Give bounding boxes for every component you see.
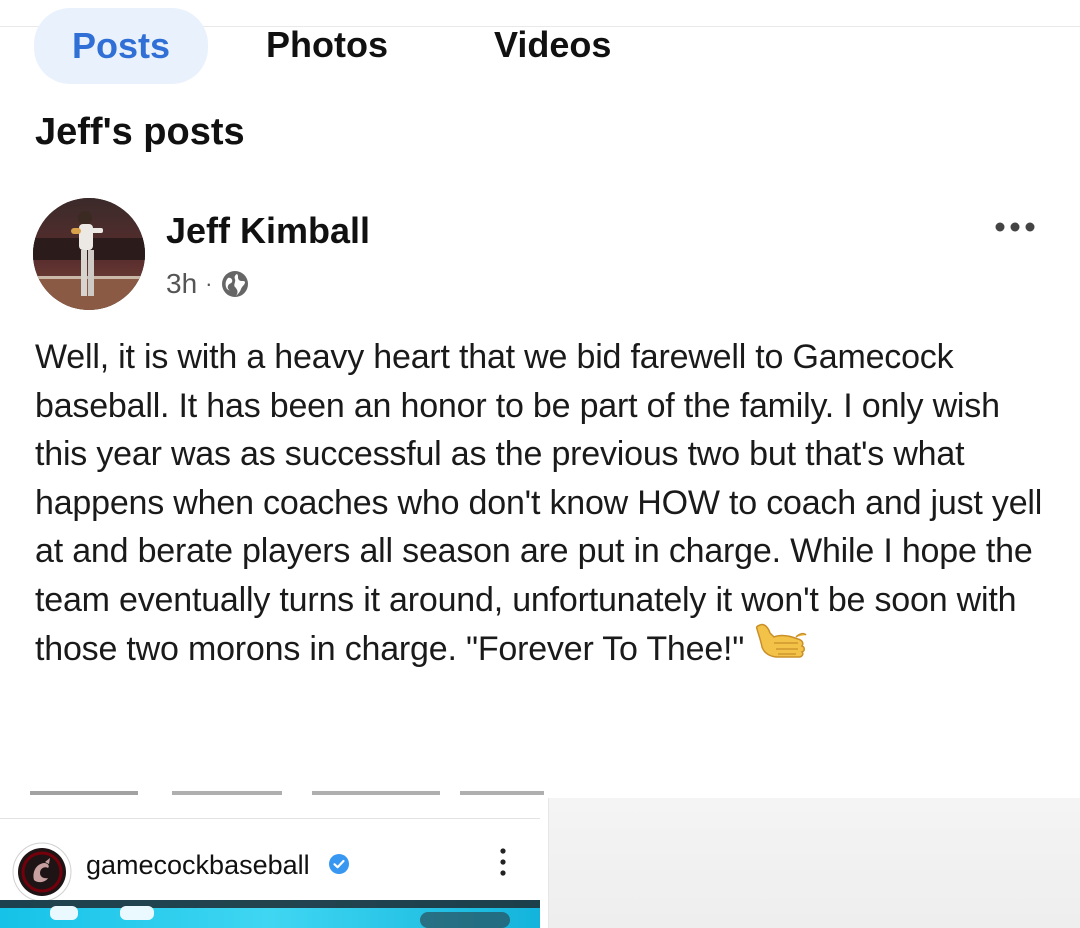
tab-photos[interactable]: Photos [266,25,388,65]
globe-icon [220,269,250,299]
post-time[interactable]: 3h [166,268,197,300]
post-body: Well, it is with a heavy heart that we b… [35,333,1045,674]
author-photo [33,198,145,310]
tab-videos[interactable]: Videos [494,25,611,65]
facebook-profile-posts-screen: Posts Photos Videos Jeff's posts Jeff Ki… [0,0,1080,928]
profile-tabs: Posts Photos Videos [0,0,1080,100]
gamecock-logo-avatar[interactable] [12,842,72,902]
meta-separator: · [205,271,213,296]
instagram-username[interactable]: gamecockbaseball [86,849,310,881]
post-header: Jeff Kimball 3h · [0,190,1080,320]
instagram-media-preview [0,900,540,928]
post-meta: 3h · [166,266,250,302]
cropped-story-row [30,791,544,795]
verified-badge-icon [329,854,349,874]
more-horizontal-icon[interactable] [990,212,1050,242]
tab-posts[interactable]: Posts [34,8,208,84]
section-title: Jeff's posts [35,111,245,153]
instagram-adjacent-image [548,798,1080,928]
kebab-vertical-icon[interactable] [497,846,509,878]
call-me-hand-icon [752,619,808,675]
author-avatar[interactable] [33,198,145,310]
post-text: Well, it is with a heavy heart that we b… [35,338,1043,668]
author-name[interactable]: Jeff Kimball [166,211,370,251]
